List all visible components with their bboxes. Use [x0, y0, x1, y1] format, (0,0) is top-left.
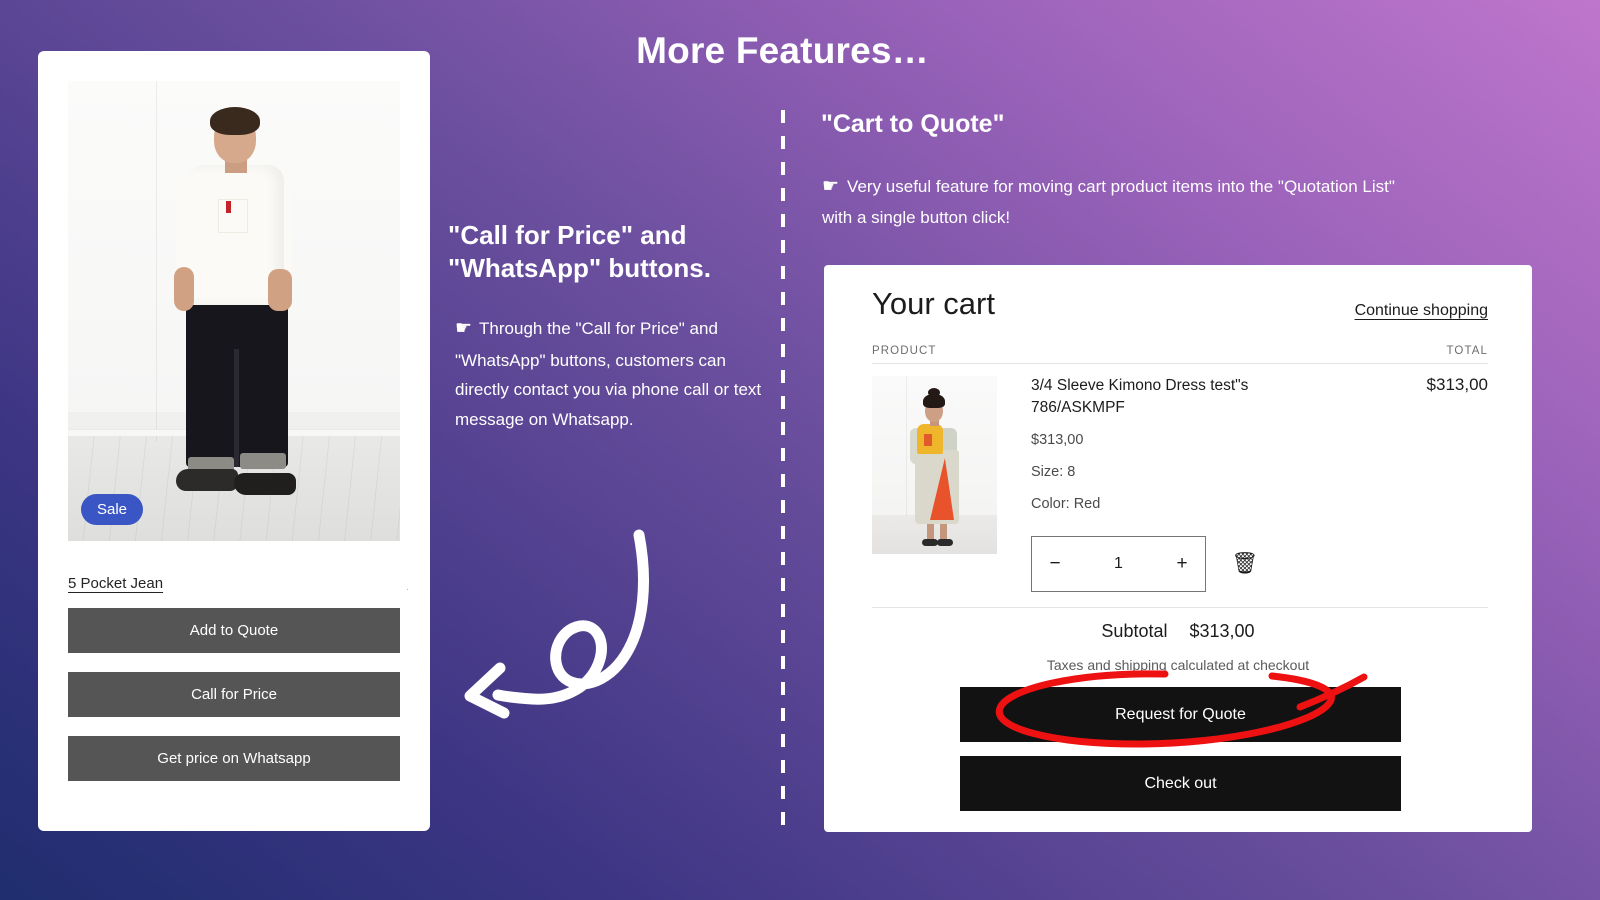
right-description-text: Very useful feature for moving cart prod…	[822, 177, 1395, 228]
product-title-link[interactable]: 5 Pocket Jean	[68, 575, 163, 592]
divider-line-top	[872, 363, 1488, 364]
pointing-hand-icon-2: ☛	[822, 176, 840, 197]
column-header-total: TOTAL	[1446, 345, 1488, 357]
cart-item-name[interactable]: 3/4 Sleeve Kimono Dress test"s 786/ASKMP…	[1031, 375, 1291, 419]
middle-heading-line2: "WhatsApp" buttons.	[448, 253, 711, 284]
quantity-decrease-button[interactable]: −	[1032, 537, 1078, 591]
continue-shopping-link[interactable]: Continue shopping	[1355, 302, 1488, 320]
decorative-dot: .	[406, 581, 410, 593]
trash-icon[interactable]: 🗑	[1228, 546, 1262, 580]
divider-line-middle	[872, 607, 1488, 608]
middle-description: ☛ Through the "Call for Price" and "Whats…	[455, 313, 767, 434]
call-for-price-button[interactable]: Call for Price	[68, 672, 400, 717]
vertical-dashed-divider	[781, 110, 785, 825]
cart-panel: Your cart Continue shopping PRODUCT TOTA…	[824, 265, 1532, 832]
curved-arrow-icon	[464, 529, 649, 719]
cart-item-image	[872, 376, 997, 554]
subtotal-label: Subtotal	[1101, 621, 1168, 641]
cart-item-color: Color: Red	[1031, 496, 1101, 512]
middle-heading: "Call for Price" and "WhatsApp" buttons.	[448, 219, 768, 286]
get-price-on-whatsapp-button[interactable]: Get price on Whatsapp	[68, 736, 400, 781]
cart-item-total: $313,00	[1426, 375, 1488, 394]
cart-title: Your cart	[872, 286, 995, 321]
right-heading: "Cart to Quote"	[821, 110, 1005, 138]
column-header-product: PRODUCT	[872, 345, 937, 357]
product-card: Sale 5 Pocket Jean . Add to Quote Call f…	[38, 51, 430, 831]
pointing-hand-icon: ☛	[455, 318, 473, 339]
quantity-increase-button[interactable]: +	[1159, 537, 1205, 591]
right-description: ☛ Very useful feature for moving cart pro…	[822, 170, 1422, 233]
cart-item-size: Size: 8	[1031, 464, 1076, 480]
tax-note: Taxes and shipping calculated at checkou…	[1046, 657, 1310, 673]
product-image: Sale	[68, 81, 400, 541]
subtotal-value: $313,00	[1189, 621, 1255, 641]
middle-description-text: Through the "Call for Price" and "WhatsA…	[455, 319, 762, 429]
subtotal-row: Subtotal $313,00	[824, 621, 1532, 642]
add-to-quote-button[interactable]: Add to Quote	[68, 608, 400, 653]
check-out-button[interactable]: Check out	[960, 756, 1401, 811]
quantity-value: 1	[1114, 555, 1123, 572]
request-for-quote-button[interactable]: Request for Quote	[960, 687, 1401, 742]
cart-item-price: $313,00	[1031, 432, 1084, 448]
sale-badge: Sale	[81, 494, 144, 525]
quantity-stepper[interactable]: − 1 +	[1031, 536, 1206, 592]
middle-heading-line1: "Call for Price" and	[448, 220, 687, 250]
